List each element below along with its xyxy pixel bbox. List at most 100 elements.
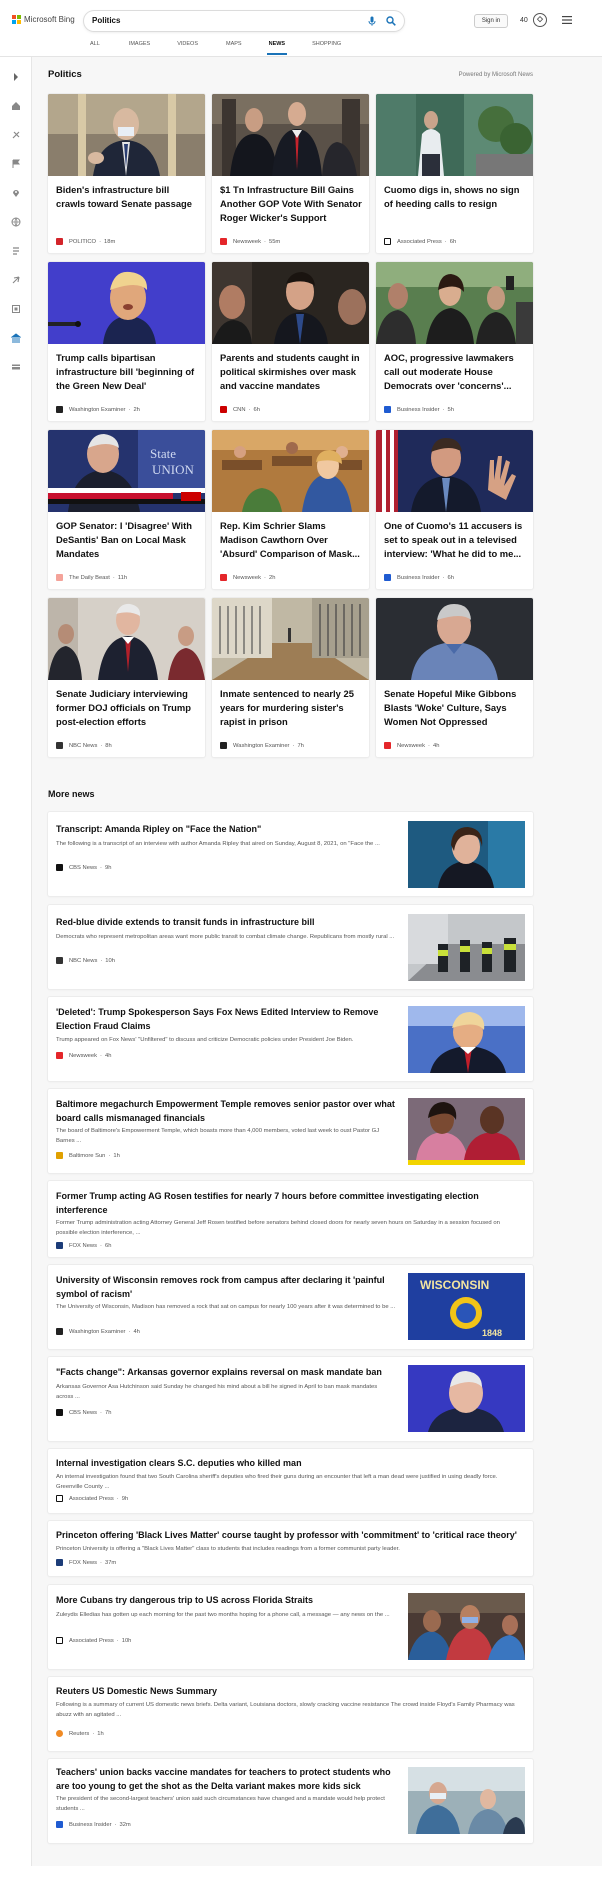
search-box[interactable]: Politics (84, 11, 404, 31)
sidebar-item-politics[interactable] (10, 332, 22, 344)
sidebar-item-money[interactable] (10, 361, 22, 373)
search-input[interactable]: Politics (92, 16, 120, 25)
news-title[interactable]: Red-blue divide extends to transit funds… (56, 915, 396, 929)
story-title[interactable]: Biden's infrastructure bill crawls towar… (56, 183, 199, 211)
news-source[interactable]: Newsweek · 4h (56, 1052, 111, 1059)
story-card[interactable]: Trump calls bipartisan infrastructure bi… (48, 262, 205, 421)
sidebar-item-us[interactable] (10, 158, 22, 170)
sidebar-item-local[interactable] (10, 187, 22, 199)
sidebar-item-science[interactable] (10, 245, 22, 257)
news-title[interactable]: 'Deleted': Trump Spokesperson Says Fox N… (56, 1005, 396, 1033)
sign-in-button[interactable]: Sign in (474, 14, 508, 28)
story-title[interactable]: AOC, progressive lawmakers call out mode… (384, 351, 527, 393)
sidebar-item-home[interactable] (10, 100, 22, 112)
story-card[interactable]: Senate Judiciary interviewing former DOJ… (48, 598, 205, 757)
sidebar-item-technology[interactable] (10, 274, 22, 286)
story-source[interactable]: CNN · 6h (220, 406, 260, 413)
search-icon[interactable] (386, 16, 396, 26)
news-source[interactable]: Associated Press · 10h (56, 1637, 131, 1644)
sidebar-item-world[interactable] (10, 216, 22, 228)
news-item[interactable]: "Facts change": Arkansas governor explai… (48, 1357, 533, 1441)
news-source[interactable]: Washington Examiner · 4h (56, 1328, 140, 1335)
story-card[interactable]: Cuomo digs in, shows no sign of heeding … (376, 94, 533, 253)
rewards-icon[interactable] (533, 13, 547, 27)
news-item[interactable]: Teachers' union backs vaccine mandates f… (48, 1759, 533, 1843)
story-title[interactable]: Rep. Kim Schrier Slams Madison Cawthorn … (220, 519, 363, 561)
news-item[interactable]: Red-blue divide extends to transit funds… (48, 905, 533, 989)
microphone-icon[interactable] (367, 16, 377, 26)
tab-videos[interactable]: VIDEOS (177, 40, 198, 52)
story-title[interactable]: Cuomo digs in, shows no sign of heeding … (384, 183, 527, 211)
sidebar-item-sports[interactable] (10, 129, 22, 141)
news-title[interactable]: Teachers' union backs vaccine mandates f… (56, 1765, 396, 1793)
tab-shopping[interactable]: SHOPPING (312, 40, 341, 52)
news-title[interactable]: "Facts change": Arkansas governor explai… (56, 1365, 396, 1379)
story-title[interactable]: Senate Judiciary interviewing former DOJ… (56, 687, 199, 729)
story-card[interactable]: State UNION GOP Senator: I 'Disagree' Wit… (48, 430, 205, 589)
story-title[interactable]: Trump calls bipartisan infrastructure bi… (56, 351, 199, 393)
news-item[interactable]: University of Wisconsin removes rock fro… (48, 1265, 533, 1349)
story-source[interactable]: Washington Examiner · 7h (220, 742, 304, 749)
news-title[interactable]: More Cubans try dangerous trip to US acr… (56, 1593, 396, 1607)
news-source[interactable]: CBS News · 7h (56, 1409, 111, 1416)
tab-news[interactable]: NEWS (266, 40, 287, 55)
news-source[interactable]: Reuters · 1h (56, 1730, 104, 1737)
story-source[interactable]: Associated Press · 6h (384, 238, 456, 245)
story-source[interactable]: Washington Examiner · 2h (56, 406, 140, 413)
ap-logo-icon (56, 1495, 63, 1502)
story-title[interactable]: GOP Senator: I 'Disagree' With DeSantis'… (56, 519, 199, 561)
news-source[interactable]: NBC News · 10h (56, 957, 115, 964)
news-time: 37m (104, 1559, 117, 1566)
news-item[interactable]: Baltimore megachurch Empowerment Temple … (48, 1089, 533, 1173)
story-source[interactable]: Newsweek · 55m (220, 238, 280, 245)
rewards-points[interactable]: 40 (520, 17, 528, 24)
story-source[interactable]: Business Insider · 5h (384, 406, 454, 413)
tab-all[interactable]: ALL (90, 40, 100, 52)
news-title[interactable]: Baltimore megachurch Empowerment Temple … (56, 1097, 396, 1125)
news-item[interactable]: Princeton offering 'Black Lives Matter' … (48, 1521, 533, 1576)
story-source[interactable]: Newsweek · 4h (384, 742, 439, 749)
news-source[interactable]: CBS News · 9h (56, 864, 111, 871)
story-source[interactable]: Business Insider · 6h (384, 574, 454, 581)
news-title[interactable]: University of Wisconsin removes rock fro… (56, 1273, 386, 1301)
news-item[interactable]: Internal investigation clears S.C. deput… (48, 1449, 533, 1513)
story-card[interactable]: Inmate sentenced to nearly 25 years for … (212, 598, 369, 757)
news-source[interactable]: Baltimore Sun · 1h (56, 1152, 120, 1159)
story-title[interactable]: Inmate sentenced to nearly 25 years for … (220, 687, 363, 729)
news-item[interactable]: More Cubans try dangerous trip to US acr… (48, 1585, 533, 1669)
story-source[interactable]: Newsweek · 2h (220, 574, 275, 581)
story-card[interactable]: Rep. Kim Schrier Slams Madison Cawthorn … (212, 430, 369, 589)
news-item[interactable]: Former Trump acting AG Rosen testifies f… (48, 1181, 533, 1257)
news-item[interactable]: Transcript: Amanda Ripley on "Face the N… (48, 812, 533, 896)
news-item[interactable]: Reuters US Domestic News Summary Followi… (48, 1677, 533, 1751)
tab-images[interactable]: IMAGES (129, 40, 150, 52)
news-title[interactable]: Internal investigation clears S.C. deput… (56, 1456, 516, 1470)
story-card[interactable]: AOC, progressive lawmakers call out mode… (376, 262, 533, 421)
story-source[interactable]: The Daily Beast · 11h (56, 574, 127, 581)
story-card[interactable]: $1 Tn Infrastructure Bill Gains Another … (212, 94, 369, 253)
expand-sidebar-button[interactable] (10, 71, 22, 83)
story-card[interactable]: Parents and students caught in political… (212, 262, 369, 421)
story-title[interactable]: $1 Tn Infrastructure Bill Gains Another … (220, 183, 363, 225)
hamburger-menu-icon[interactable] (562, 16, 572, 24)
story-card[interactable]: One of Cuomo's 11 accusers is set to spe… (376, 430, 533, 589)
tab-maps[interactable]: MAPS (226, 40, 242, 52)
story-source[interactable]: POLITICO · 18m (56, 238, 115, 245)
bing-logo[interactable]: Microsoft Bing (12, 15, 75, 24)
news-source[interactable]: Associated Press · 9h (56, 1495, 128, 1502)
news-source[interactable]: FOX News · 37m (56, 1559, 116, 1566)
story-card[interactable]: Biden's infrastructure bill crawls towar… (48, 94, 205, 253)
news-source[interactable]: Business Insider · 32m (56, 1821, 131, 1828)
news-title[interactable]: Former Trump acting AG Rosen testifies f… (56, 1189, 506, 1217)
news-source[interactable]: FOX News · 6h (56, 1242, 111, 1249)
news-title[interactable]: Transcript: Amanda Ripley on "Face the N… (56, 822, 396, 836)
story-title[interactable]: Parents and students caught in political… (220, 351, 363, 393)
story-card[interactable]: Senate Hopeful Mike Gibbons Blasts 'Woke… (376, 598, 533, 757)
story-source[interactable]: NBC News · 8h (56, 742, 112, 749)
story-title[interactable]: One of Cuomo's 11 accusers is set to spe… (384, 519, 527, 561)
story-title[interactable]: Senate Hopeful Mike Gibbons Blasts 'Woke… (384, 687, 527, 729)
news-title[interactable]: Reuters US Domestic News Summary (56, 1684, 526, 1698)
sidebar-item-entertainment[interactable] (10, 303, 22, 315)
news-item[interactable]: 'Deleted': Trump Spokesperson Says Fox N… (48, 997, 533, 1081)
news-title[interactable]: Princeton offering 'Black Lives Matter' … (56, 1528, 526, 1542)
